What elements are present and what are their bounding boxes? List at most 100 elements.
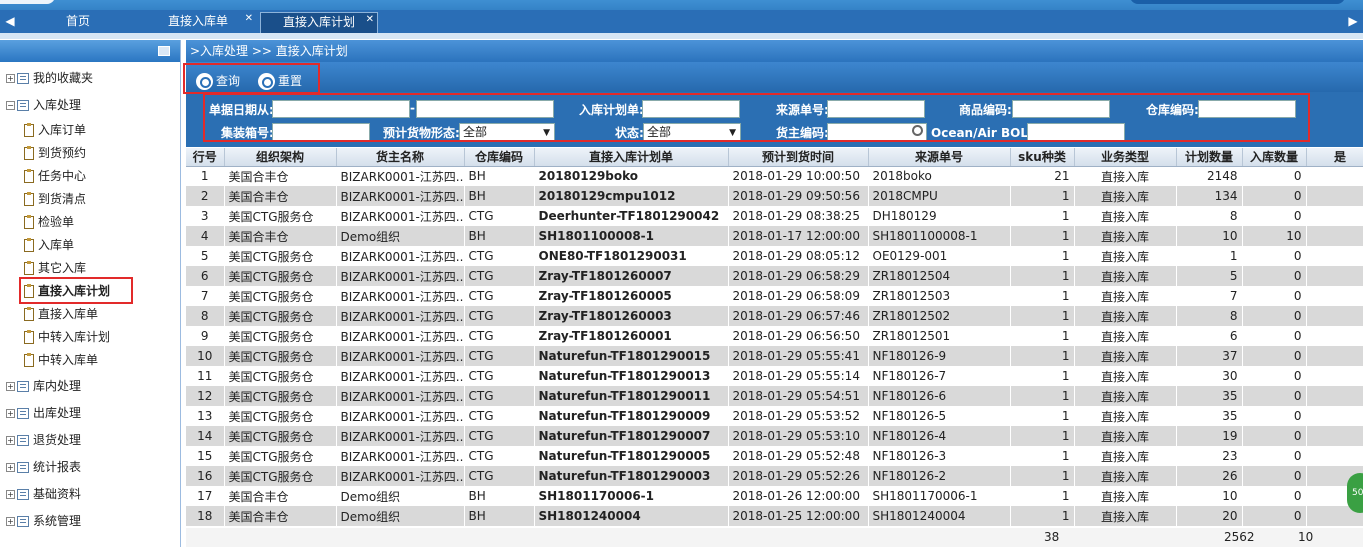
- table-row[interactable]: 5 美国CTG服务仓 BIZARK0001-江苏四... CTG ONE80-TF180…: [186, 246, 1363, 266]
- table-row[interactable]: 6 美国CTG服务仓 BIZARK0001-江苏四... CTG Zray-TF1801…: [186, 266, 1363, 286]
- table-cell[interactable]: Naturefun-TF1801290009: [534, 406, 728, 426]
- expand-icon[interactable]: +: [6, 382, 15, 391]
- table-row[interactable]: 12 美国CTG服务仓 BIZARK0001-江苏四... CTG Naturefun-…: [186, 386, 1363, 406]
- table-row[interactable]: 9 美国CTG服务仓 BIZARK0001-江苏四... CTG Zray-TF1801…: [186, 326, 1363, 346]
- table-row[interactable]: 11 美国CTG服务仓 BIZARK0001-江苏四... CTG Naturefun-…: [186, 366, 1363, 386]
- cargo-form-select[interactable]: 全部 ▼: [459, 123, 555, 141]
- close-icon[interactable]: ✕: [245, 9, 253, 28]
- floating-badge[interactable]: 50: [1347, 473, 1363, 513]
- source-no-input[interactable]: [827, 100, 925, 118]
- table-row[interactable]: 14 美国CTG服务仓 BIZARK0001-江苏四... CTG Naturefun-…: [186, 426, 1363, 446]
- column-header[interactable]: 入库数量: [1242, 148, 1307, 167]
- expand-icon[interactable]: +: [6, 490, 15, 499]
- column-header[interactable]: 预计到货时间: [728, 148, 869, 167]
- column-header[interactable]: 直接入库计划单: [534, 148, 729, 167]
- tab-direct-plan[interactable]: 直接入库计划 ✕: [260, 12, 378, 33]
- expand-icon[interactable]: +: [6, 517, 15, 526]
- sidebar-subitem[interactable]: 到货清点: [24, 188, 86, 210]
- tab-scroll-right-icon[interactable]: ▶: [1343, 10, 1363, 33]
- sidebar-subitem[interactable]: 中转入库单: [24, 349, 98, 371]
- sidebar-item-inbound[interactable]: − 入库处理: [6, 94, 81, 116]
- table-cell[interactable]: Zray-TF1801260005: [534, 286, 728, 306]
- table-cell[interactable]: SH1801240004: [534, 506, 728, 526]
- expand-icon[interactable]: +: [6, 409, 15, 418]
- sidebar-subitem[interactable]: 到货预约: [24, 142, 86, 164]
- container-no-input[interactable]: [272, 123, 370, 141]
- owner-code-input[interactable]: [827, 123, 927, 141]
- table-row[interactable]: 3 美国CTG服务仓 BIZARK0001-江苏四... CTG Deerhunter-…: [186, 206, 1363, 226]
- table-row[interactable]: 4 美国合丰仓 Demo组织 BH SH1801100008-1 2018-01-17 1…: [186, 226, 1363, 246]
- sidebar-subitem[interactable]: 任务中心: [24, 165, 86, 187]
- sidebar-item-favorites[interactable]: + 我的收藏夹: [6, 67, 93, 89]
- table-cell[interactable]: Zray-TF1801260007: [534, 266, 728, 286]
- column-header[interactable]: 是: [1306, 148, 1363, 167]
- table-row[interactable]: 8 美国CTG服务仓 BIZARK0001-江苏四... CTG Zray-TF1801…: [186, 306, 1363, 326]
- sidebar-subitem[interactable]: 直接入库单: [24, 303, 98, 325]
- sidebar-item[interactable]: + 库内处理: [6, 375, 81, 397]
- sidebar-subitem[interactable]: 其它入库: [24, 257, 86, 279]
- column-header[interactable]: 计划数量: [1176, 148, 1243, 167]
- warehouse-code-input[interactable]: [1198, 100, 1296, 118]
- sidebar-item[interactable]: + 退货处理: [6, 429, 81, 451]
- column-header[interactable]: 组织架构: [224, 148, 337, 167]
- expand-icon[interactable]: +: [6, 463, 15, 472]
- column-header[interactable]: 仓库编码: [464, 148, 535, 167]
- table-row[interactable]: 18 美国合丰仓 Demo组织 BH SH1801240004 2018-01-25 12…: [186, 506, 1363, 526]
- column-header[interactable]: 业务类型: [1074, 148, 1177, 167]
- sidebar-collapse-icon[interactable]: [158, 46, 170, 56]
- table-row[interactable]: 2 美国合丰仓 BIZARK0001-江苏四... BH 20180129cmpu101…: [186, 186, 1363, 206]
- sidebar-item[interactable]: + 系统管理: [6, 510, 81, 532]
- sidebar-item[interactable]: + 出库处理: [6, 402, 81, 424]
- product-code-input[interactable]: [1012, 100, 1110, 118]
- sidebar-subitem[interactable]: 入库单: [24, 234, 74, 256]
- sidebar-item[interactable]: + 基础资料: [6, 483, 81, 505]
- column-header[interactable]: sku种类: [1010, 148, 1075, 167]
- tab-home[interactable]: 首页: [20, 12, 136, 33]
- table-cell[interactable]: Zray-TF1801260001: [534, 326, 728, 346]
- query-button[interactable]: 查询: [196, 72, 240, 91]
- table-cell[interactable]: Naturefun-TF1801290005: [534, 446, 728, 466]
- table-cell[interactable]: ONE80-TF1801290031: [534, 246, 728, 266]
- table-cell[interactable]: Naturefun-TF1801290007: [534, 426, 728, 446]
- table-cell[interactable]: 20180129boko: [534, 166, 728, 186]
- table-cell[interactable]: Naturefun-TF1801290011: [534, 386, 728, 406]
- date-from-input[interactable]: [272, 100, 410, 118]
- expand-icon[interactable]: +: [6, 74, 15, 83]
- column-header[interactable]: 行号: [186, 148, 225, 167]
- column-header[interactable]: 来源单号: [868, 148, 1011, 167]
- table-row[interactable]: 16 美国CTG服务仓 BIZARK0001-江苏四... CTG Naturefun-…: [186, 466, 1363, 486]
- sidebar-item[interactable]: + 统计报表: [6, 456, 81, 478]
- bol-input[interactable]: [1027, 123, 1125, 141]
- table-row[interactable]: 7 美国CTG服务仓 BIZARK0001-江苏四... CTG Zray-TF1801…: [186, 286, 1363, 306]
- sidebar-subitem[interactable]: 检验单: [24, 211, 74, 233]
- column-header[interactable]: 货主名称: [336, 148, 465, 167]
- table-row[interactable]: 15 美国CTG服务仓 BIZARK0001-江苏四... CTG Naturefun-…: [186, 446, 1363, 466]
- close-icon[interactable]: ✕: [366, 10, 374, 29]
- tab-direct-order[interactable]: 直接入库单 ✕: [140, 12, 256, 33]
- expand-icon[interactable]: +: [6, 436, 15, 445]
- table-cell[interactable]: Naturefun-TF1801290003: [534, 466, 728, 486]
- table-cell[interactable]: Naturefun-TF1801290013: [534, 366, 728, 386]
- top-search-box[interactable]: [1130, 0, 1345, 4]
- table-cell[interactable]: SH1801170006-1: [534, 486, 728, 506]
- date-to-input[interactable]: [416, 100, 554, 118]
- cargo-form-label: 预计货物形态:: [383, 126, 460, 140]
- table-cell[interactable]: 20180129cmpu1012: [534, 186, 728, 206]
- search-icon[interactable]: [912, 125, 923, 136]
- tab-scroll-left-icon[interactable]: ◀: [0, 10, 20, 33]
- collapse-icon[interactable]: −: [6, 101, 15, 110]
- table-row[interactable]: 1 美国合丰仓 BIZARK0001-江苏四... BH 20180129boko 201…: [186, 166, 1363, 186]
- table-cell[interactable]: Deerhunter-TF1801290042: [534, 206, 728, 226]
- sidebar-subitem[interactable]: 中转入库计划: [24, 326, 110, 348]
- table-row[interactable]: 10 美国CTG服务仓 BIZARK0001-江苏四... CTG Naturefun-…: [186, 346, 1363, 366]
- sidebar-subitem[interactable]: 直接入库计划: [24, 280, 110, 302]
- table-row[interactable]: 17 美国合丰仓 Demo组织 BH SH1801170006-1 2018-01-26 …: [186, 486, 1363, 506]
- table-cell[interactable]: SH1801100008-1: [534, 226, 728, 246]
- table-cell[interactable]: Zray-TF1801260003: [534, 306, 728, 326]
- sidebar-subitem[interactable]: 入库订单: [24, 119, 86, 141]
- table-row[interactable]: 13 美国CTG服务仓 BIZARK0001-江苏四... CTG Naturefun-…: [186, 406, 1363, 426]
- table-cell[interactable]: Naturefun-TF1801290015: [534, 346, 728, 366]
- status-select[interactable]: 全部 ▼: [643, 123, 741, 141]
- plan-no-input[interactable]: [642, 100, 740, 118]
- reset-button[interactable]: 重置: [258, 72, 302, 91]
